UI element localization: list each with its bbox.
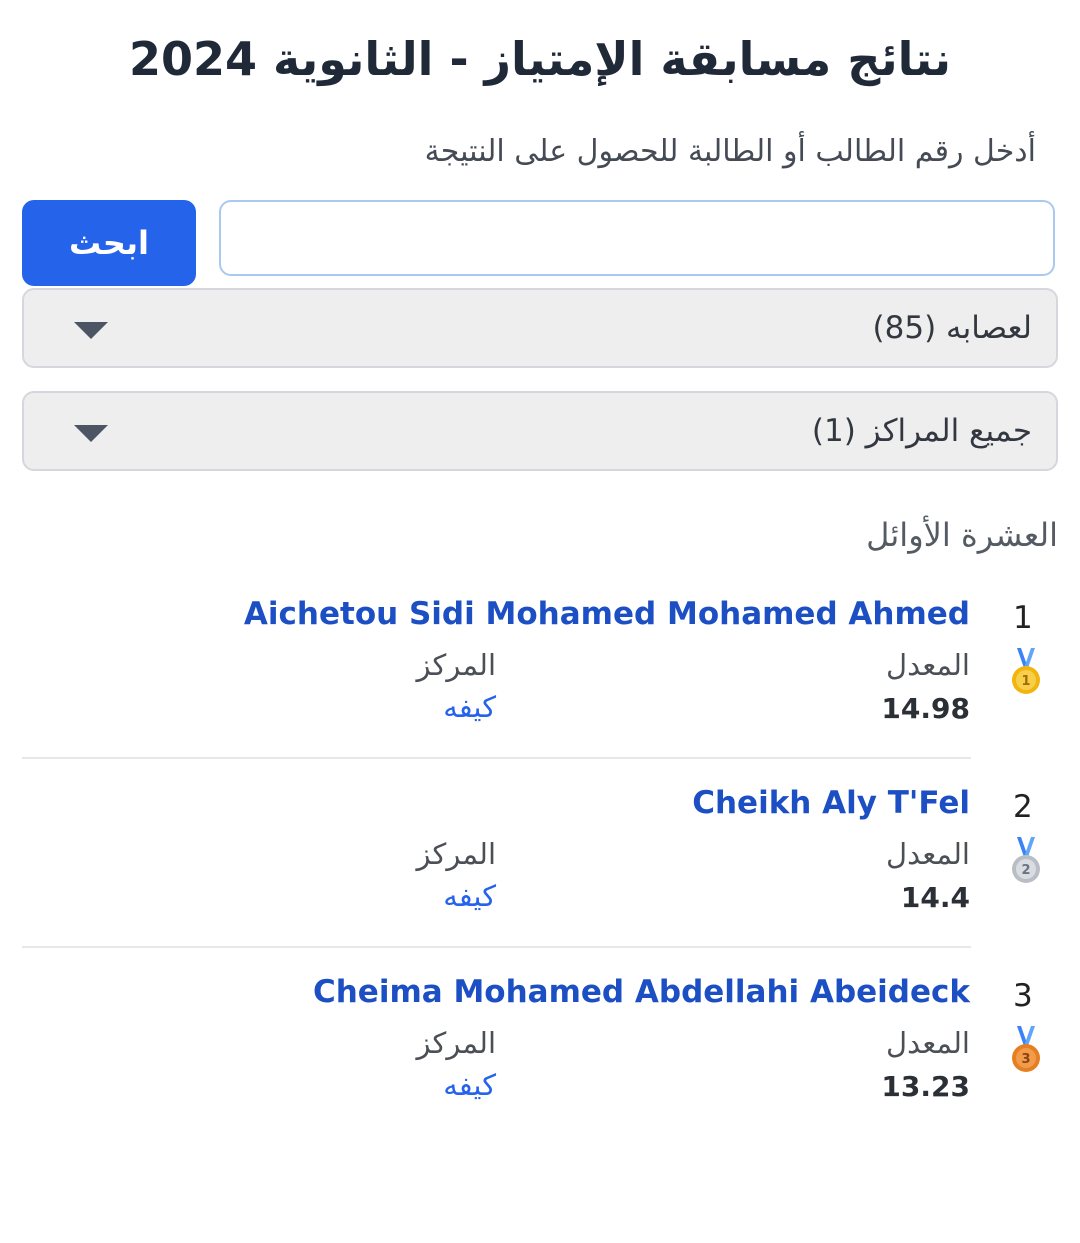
student-name-link[interactable]: Cheima Mohamed Abdellahi Abeideck (313, 974, 970, 1010)
divider (22, 946, 971, 948)
center-select[interactable]: جميع المراكز (1) (22, 391, 1058, 471)
silver-medal-icon: 2 (1012, 837, 1040, 883)
svg-text:2: 2 (1021, 863, 1030, 878)
average-label: المعدل (886, 1026, 970, 1060)
rank-number: 1 (1013, 600, 1033, 636)
region-select-value: لعصابه (85) (872, 310, 1033, 346)
average-label: المعدل (886, 837, 970, 871)
average-label: المعدل (886, 648, 970, 682)
top-ten-heading: العشرة الأوائل (866, 516, 1058, 554)
center-select-value: جميع المراكز (1) (811, 413, 1032, 449)
caret-down-icon (74, 322, 108, 339)
center-label: المركز (416, 1026, 496, 1060)
gold-medal-icon: 1 (1012, 648, 1040, 694)
svg-text:1: 1 (1021, 674, 1030, 689)
result-item: 1 1 Aichetou Sidi Mohamed Mohamed Ahmed … (0, 590, 1080, 770)
student-name-link[interactable]: Aichetou Sidi Mohamed Mohamed Ahmed (244, 596, 970, 632)
center-label: المركز (416, 648, 496, 682)
bronze-medal-icon: 3 (1012, 1026, 1040, 1072)
center-link[interactable]: كيفه (443, 690, 496, 724)
center-link[interactable]: كيفه (443, 879, 496, 913)
search-button[interactable]: ابحث (22, 200, 196, 286)
student-number-input[interactable] (219, 200, 1055, 276)
student-name-link[interactable]: Cheikh Aly T'Fel (692, 785, 970, 821)
region-select[interactable]: لعصابه (85) (22, 288, 1058, 368)
search-instruction: أدخل رقم الطالب أو الطالبة للحصول على ال… (424, 134, 1036, 169)
result-item: 3 3 Cheima Mohamed Abdellahi Abeideck ال… (0, 968, 1080, 1148)
rank-number: 2 (1013, 789, 1033, 825)
average-value: 14.98 (881, 692, 970, 725)
rank-number: 3 (1013, 978, 1033, 1014)
svg-text:3: 3 (1021, 1052, 1030, 1067)
center-label: المركز (416, 837, 496, 871)
center-link[interactable]: كيفه (443, 1068, 496, 1102)
average-value: 14.4 (900, 881, 970, 914)
average-value: 13.23 (881, 1070, 970, 1103)
page-title: نتائج مسابقة الإمتياز - الثانوية 2024 (129, 32, 951, 86)
caret-down-icon (74, 425, 108, 442)
result-item: 2 2 Cheikh Aly T'Fel المعدل 14.4 المركز … (0, 779, 1080, 959)
divider (22, 757, 971, 759)
